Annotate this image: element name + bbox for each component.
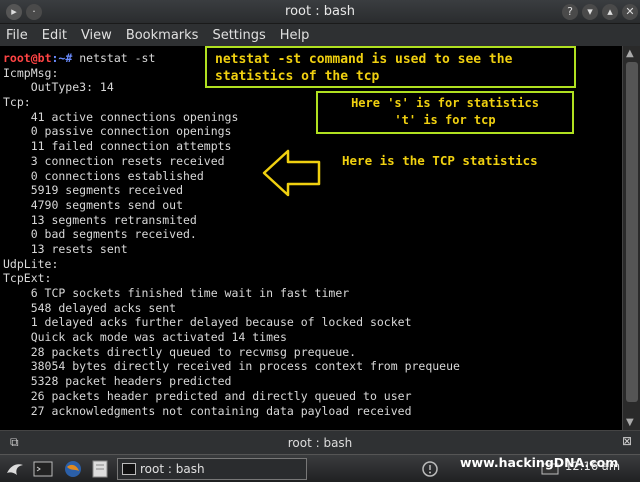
file-manager-icon[interactable] xyxy=(90,459,110,479)
window-titlebar: ▸ · root : bash ? ▾ ▴ ✕ xyxy=(0,0,640,24)
output-line: 6 TCP sockets finished time wait in fast… xyxy=(3,286,350,300)
annotation-label: Here is the TCP statistics xyxy=(342,153,538,168)
notifications-icon[interactable] xyxy=(420,459,440,479)
output-line: 4790 segments send out xyxy=(3,197,184,212)
tab-root-bash[interactable]: root : bash xyxy=(0,436,640,450)
menu-help[interactable]: Help xyxy=(280,28,310,43)
output-line: 28 packets directly queued to recvmsg pr… xyxy=(3,344,357,359)
output-line: 26 packets header predicted and directly… xyxy=(3,388,412,403)
menu-bookmarks[interactable]: Bookmarks xyxy=(126,28,199,43)
output-line: 13 resets sent xyxy=(3,241,128,256)
annotation-line: netstat -st command is used to see the xyxy=(215,52,513,67)
clock[interactable]: 12:16 am xyxy=(565,459,620,473)
output-line: 27 acknowledgments not containing data p… xyxy=(3,403,412,418)
maximize-icon[interactable]: ▴ xyxy=(602,4,618,20)
terminal-launcher-icon[interactable] xyxy=(33,459,53,479)
task-label: root : bash xyxy=(140,462,205,476)
scroll-down-icon[interactable]: ▼ xyxy=(626,417,634,428)
output-line: 0 bad segments received. xyxy=(3,227,197,242)
close-icon[interactable]: ✕ xyxy=(622,4,638,20)
output-line: TcpExt: xyxy=(3,271,52,286)
output-line: 13 segments retransmited xyxy=(3,212,197,227)
prompt-symbol: # xyxy=(65,51,80,65)
annotation-line: statistics of the tcp xyxy=(215,69,380,84)
annotation-box-command: netstat -st command is used to see the s… xyxy=(205,46,576,88)
menu-edit[interactable]: Edit xyxy=(42,28,67,43)
output-line: 38054 bytes directly received in process… xyxy=(3,359,460,374)
menu-view[interactable]: View xyxy=(81,28,112,43)
close-tab-icon[interactable]: ⊠ xyxy=(622,434,632,448)
menu-settings[interactable]: Settings xyxy=(212,28,265,43)
prompt-at: @ xyxy=(30,51,38,65)
terminal-icon xyxy=(122,463,136,475)
prompt-host: bt xyxy=(37,51,52,65)
output-line: 548 delayed acks sent xyxy=(3,300,177,315)
scrollbar[interactable]: ▲ ▼ xyxy=(622,46,640,430)
prompt-path: :~ xyxy=(51,51,66,65)
left-arrow-icon xyxy=(262,149,321,197)
dragon-menu-icon[interactable] xyxy=(5,459,25,479)
output-line: 5328 packet headers predicted xyxy=(3,374,232,389)
browser-icon[interactable] xyxy=(63,459,83,479)
output-line: Quick ack mode was activated 14 times xyxy=(3,330,287,345)
prompt-command: netstat -st xyxy=(79,51,156,65)
taskbar-task-root-bash[interactable]: root : bash xyxy=(117,458,307,480)
menu-file[interactable]: File xyxy=(6,28,28,43)
scrollbar-thumb[interactable] xyxy=(626,62,638,402)
output-line: UdpLite: xyxy=(3,256,59,271)
annotation-line: 't' is for tcp xyxy=(394,113,496,127)
output-line: 1 delayed acks further delayed because o… xyxy=(3,315,412,330)
annotation-line: Here 's' is for statistics xyxy=(351,96,539,110)
scroll-up-icon[interactable]: ▲ xyxy=(626,48,634,59)
terminal-tabbar: ⧉ root : bash ⊠ xyxy=(0,430,640,454)
minimize-icon[interactable]: ▾ xyxy=(582,4,598,20)
annotation-box-flags: Here 's' is for statistics 't' is for tc… xyxy=(316,91,574,134)
menu-bar: File Edit View Bookmarks Settings Help xyxy=(0,24,640,46)
window-title: root : bash xyxy=(285,4,355,19)
prompt-user: root xyxy=(3,51,31,65)
help-icon[interactable]: ? xyxy=(562,4,578,20)
